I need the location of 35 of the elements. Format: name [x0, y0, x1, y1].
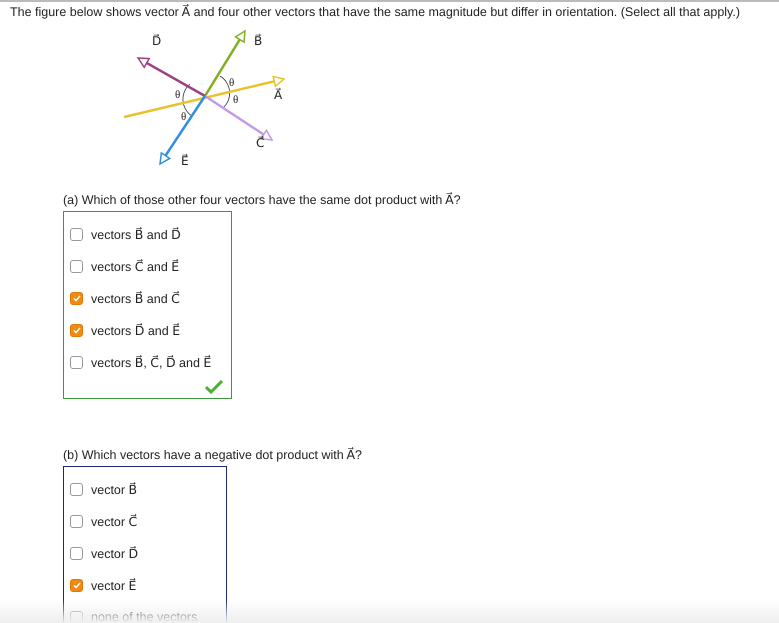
- checkbox[interactable]: [70, 482, 83, 496]
- checkbox[interactable]: [70, 514, 83, 528]
- question-prompt: The figure below shows vector A⃗ and four other vectors that have the same magnitude but differ in orientation. (Select all that apply.): [10, 5, 740, 19]
- option-label[interactable]: vectors B⃗ and D⃗: [91, 226, 181, 242]
- checkmark-icon: [72, 582, 80, 588]
- option-label[interactable]: vectors B⃗, C⃗, D⃗ and E⃗: [91, 354, 212, 370]
- angle-label: θ: [229, 77, 234, 89]
- checkmark-icon: [72, 326, 80, 334]
- angle-label: θ: [181, 111, 186, 123]
- vector-label: C⃗: [256, 136, 264, 150]
- angle-arc: [220, 76, 230, 108]
- option-label[interactable]: vector D⃗: [91, 546, 138, 560]
- checkbox[interactable]: [70, 610, 83, 623]
- vector-label: A⃗: [274, 88, 282, 102]
- option-label[interactable]: vectors D⃗ and E⃗: [91, 322, 180, 338]
- checkbox[interactable]: [70, 324, 83, 336]
- question-text: (b) Which vectors have a negative dot product with A⃗?: [63, 447, 363, 462]
- option-label[interactable]: vector C⃗: [91, 514, 138, 528]
- checkbox[interactable]: [70, 292, 83, 304]
- option-label[interactable]: vector B⃗: [91, 482, 138, 496]
- question-text: (a) Which of those other four vectors have the same dot product with A⃗?: [63, 192, 462, 207]
- option-label[interactable]: vectors C⃗ and E⃗: [91, 258, 180, 274]
- option-label[interactable]: vector E⃗: [91, 578, 136, 592]
- checkmark-icon: [72, 294, 80, 302]
- vector-label: E⃗: [181, 154, 189, 168]
- checkbox[interactable]: [70, 260, 83, 272]
- angle-label: θ: [233, 94, 238, 106]
- vector-label: B⃗: [254, 34, 262, 48]
- checkbox[interactable]: [70, 546, 83, 560]
- checkbox[interactable]: [70, 228, 83, 240]
- checkbox[interactable]: [70, 578, 83, 592]
- option-label[interactable]: vectors B⃗ and C⃗: [91, 290, 180, 306]
- vector-label: D⃗: [152, 34, 162, 48]
- checkbox[interactable]: [70, 356, 83, 368]
- angle-label: θ: [175, 89, 180, 101]
